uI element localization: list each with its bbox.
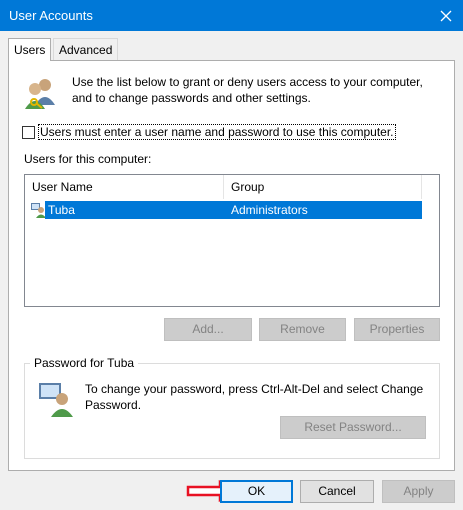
ok-button[interactable]: OK: [220, 480, 293, 503]
password-instructions: To change your password, press Ctrl-Alt-…: [85, 382, 424, 412]
close-icon: [440, 10, 452, 21]
cancel-button[interactable]: Cancel: [300, 480, 374, 503]
users-icon: [25, 79, 55, 109]
listview-header: User Name Group: [25, 175, 439, 199]
user-icon: [31, 203, 46, 218]
add-button[interactable]: Add...: [164, 318, 252, 341]
tab-advanced[interactable]: Advanced: [53, 38, 119, 60]
remove-button[interactable]: Remove: [259, 318, 346, 341]
apply-button[interactable]: Apply: [382, 480, 455, 503]
require-login-row: Users must enter a user name and passwor…: [22, 124, 396, 140]
close-button[interactable]: [429, 0, 463, 31]
user-name-cell: Tuba: [45, 201, 224, 219]
user-row-tuba[interactable]: Tuba Administrators: [25, 201, 422, 219]
reset-password-button[interactable]: Reset Password...: [280, 416, 426, 439]
column-header-user-name[interactable]: User Name: [25, 175, 224, 199]
title-bar: User Accounts: [0, 0, 463, 31]
properties-button[interactable]: Properties: [354, 318, 440, 341]
column-header-group[interactable]: Group: [224, 175, 422, 199]
users-tab-panel: Use the list below to grant or deny user…: [8, 60, 455, 471]
window-title: User Accounts: [9, 8, 93, 23]
intro-text: Use the list below to grant or deny user…: [72, 75, 423, 105]
password-group-title: Password for Tuba: [30, 356, 139, 370]
users-list-label: Users for this computer:: [24, 152, 152, 166]
require-login-label[interactable]: Users must enter a user name and passwor…: [38, 124, 396, 140]
user-group-cell: Administrators: [224, 201, 422, 219]
user-password-icon: [39, 383, 73, 417]
require-login-checkbox[interactable]: [22, 125, 35, 139]
users-listview[interactable]: User Name Group Tuba Administrators: [24, 174, 440, 307]
tab-users[interactable]: Users: [8, 38, 52, 61]
